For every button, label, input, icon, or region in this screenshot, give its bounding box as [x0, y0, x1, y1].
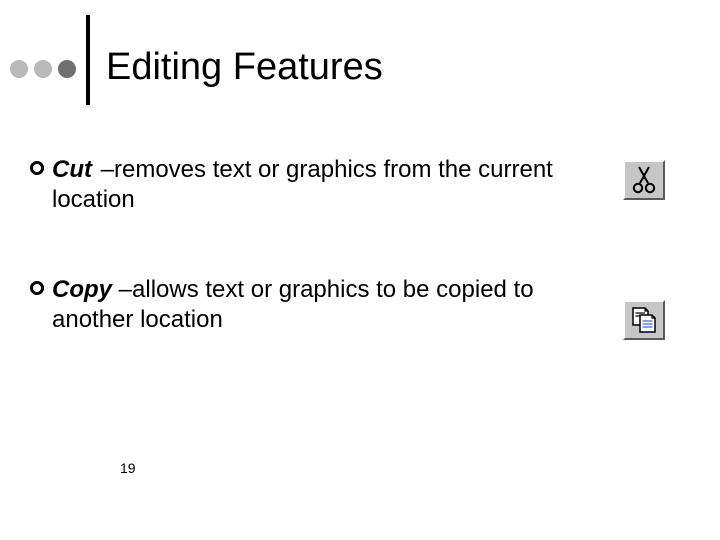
bullet-text: Cut –removes text or graphics from the c… [52, 155, 570, 215]
decor-vline [86, 15, 90, 105]
term-cut: Cut [52, 156, 92, 183]
scissors-icon [631, 165, 657, 195]
page-number: 19 [120, 460, 136, 476]
bullet-text: Copy –allows text or graphics to be copi… [52, 275, 570, 335]
slide-body: Cut –removes text or graphics from the c… [30, 155, 570, 335]
term-copy: Copy [52, 276, 112, 303]
decor-dot [10, 60, 28, 78]
slide: Editing Features Cut –removes text or gr… [0, 0, 720, 540]
slide-title: Editing Features [106, 46, 383, 89]
desc-cut: –removes text or graphics from the curre… [52, 156, 553, 213]
bullet-item-cut: Cut –removes text or graphics from the c… [30, 155, 570, 215]
cut-toolbar-button[interactable] [623, 160, 665, 200]
slide-header: Editing Features [10, 20, 383, 105]
bullet-marker [30, 281, 44, 295]
desc-copy: –allows text or graphics to be copied to… [52, 276, 534, 333]
copy-pages-icon [629, 305, 659, 335]
decor-dot [58, 60, 76, 78]
decor-dots [10, 60, 76, 78]
bullet-item-copy: Copy –allows text or graphics to be copi… [30, 275, 570, 335]
bullet-marker [30, 161, 44, 175]
decor-dot [34, 60, 52, 78]
copy-toolbar-button[interactable] [623, 300, 665, 340]
